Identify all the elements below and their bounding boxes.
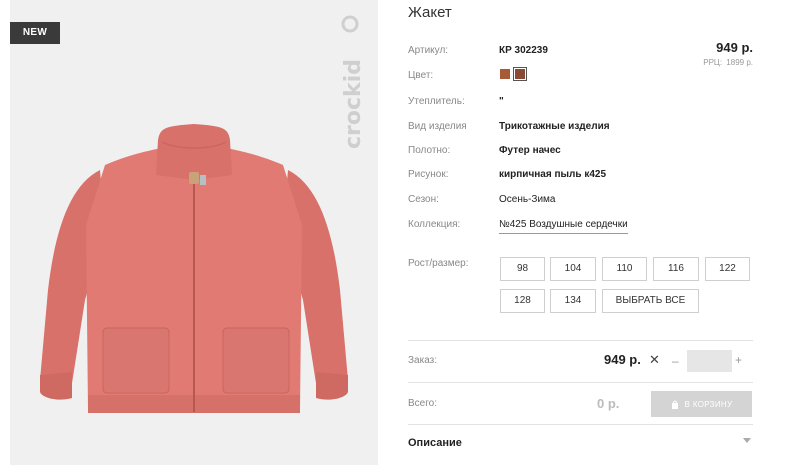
- order-label: Заказ:: [408, 355, 438, 366]
- divider: [408, 424, 753, 425]
- article-label: Артикул:: [408, 45, 449, 56]
- add-to-cart-button[interactable]: В КОРЗИНУ: [651, 391, 752, 417]
- season-label: Сезон:: [408, 194, 439, 205]
- add-to-cart-label: В КОРЗИНУ: [684, 399, 733, 409]
- multiply-icon: ✕: [649, 352, 660, 367]
- size-option-116[interactable]: 116: [653, 257, 699, 281]
- jacket-illustration: [40, 124, 348, 413]
- color-label: Цвет:: [408, 70, 434, 81]
- select-all-sizes-button[interactable]: ВЫБРАТЬ ВСЕ: [602, 289, 699, 313]
- product-title: Жакет: [408, 4, 452, 21]
- shopping-bag-icon: [671, 400, 678, 409]
- collection-link[interactable]: №425 Воздушные сердечки: [499, 219, 628, 234]
- quantity-increase-button[interactable]: +: [735, 353, 742, 367]
- color-swatch-2[interactable]: [513, 67, 527, 81]
- description-toggle[interactable]: Описание: [408, 437, 462, 449]
- fabric-label: Полотно:: [408, 145, 451, 156]
- size-option-122[interactable]: 122: [705, 257, 750, 281]
- pattern-label: Рисунок:: [408, 169, 449, 180]
- rrc-label: РРЦ:: [703, 58, 723, 67]
- color-swatch-1[interactable]: [499, 68, 511, 80]
- product-image[interactable]: NEW crockid: [10, 0, 378, 465]
- size-option-128[interactable]: 128: [500, 289, 545, 313]
- divider: [408, 382, 753, 383]
- product-type-label: Вид изделия: [408, 121, 467, 132]
- size-option-98[interactable]: 98: [500, 257, 545, 281]
- insulation-value: ": [499, 96, 504, 107]
- rrc-value: 1899 р.: [726, 58, 753, 67]
- article-value: КР 302239: [499, 45, 548, 56]
- pattern-value: кирпичная пыль к425: [499, 169, 607, 180]
- quantity-input[interactable]: [687, 350, 732, 372]
- fabric-value: Футер начес: [499, 145, 561, 156]
- insulation-label: Утеплитель:: [408, 96, 465, 107]
- size-option-110[interactable]: 110: [602, 257, 647, 281]
- total-label: Всего:: [408, 398, 437, 409]
- brand-logo: crockid: [341, 15, 366, 149]
- size-option-104[interactable]: 104: [550, 257, 596, 281]
- rrc-price: РРЦ: 1899 р.: [701, 58, 753, 67]
- new-badge: NEW: [10, 22, 60, 44]
- product-type-value: Трикотажные изделия: [499, 121, 610, 132]
- size-option-134[interactable]: 134: [550, 289, 596, 313]
- order-price: 949 р.: [604, 352, 641, 367]
- product-price: 949 р.: [716, 40, 753, 55]
- season-value: Осень-Зима: [499, 194, 556, 205]
- divider: [408, 340, 753, 341]
- size-label: Рост/размер:: [408, 258, 469, 269]
- quantity-decrease-button[interactable]: –: [672, 354, 679, 368]
- svg-text:crockid: crockid: [341, 59, 366, 149]
- color-swatches: [499, 67, 527, 81]
- collection-label: Коллекция:: [408, 219, 461, 230]
- chevron-down-icon[interactable]: [743, 438, 751, 443]
- total-value: 0 р.: [597, 396, 620, 411]
